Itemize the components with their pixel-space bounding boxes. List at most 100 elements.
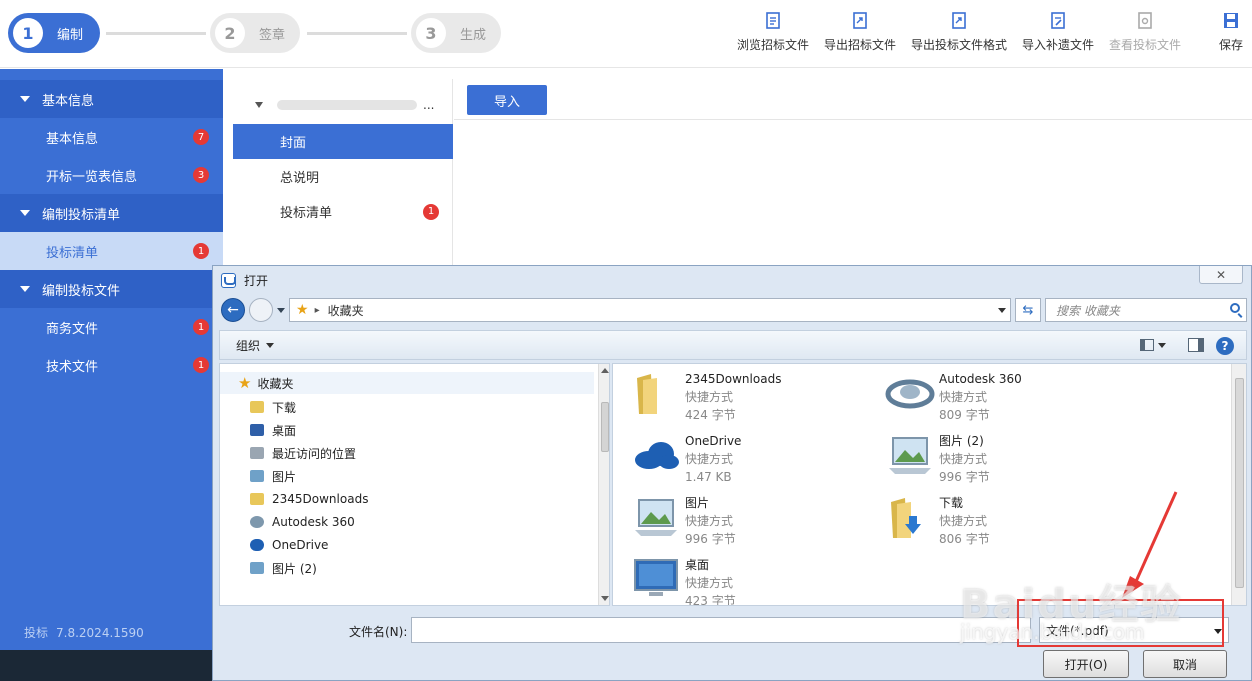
item-label: 商务文件 [46,321,99,337]
forward-button[interactable] [249,298,273,322]
nav-item-2345downloads[interactable]: 2345Downloads [250,489,368,509]
autodesk-icon [250,516,264,528]
sidebar-item-business-docs[interactable]: 商务文件 1 [0,308,223,346]
file-item[interactable]: 图片 (2) 快捷方式 996 字节 [885,432,990,488]
preview-pane-icon[interactable] [1188,338,1204,352]
step-sign[interactable]: 2 签章 [210,13,300,53]
file-item[interactable]: 桌面快捷方式 423 字节 [631,556,736,606]
scroll-up-icon[interactable] [601,368,609,373]
refresh-button[interactable]: ⇆ [1015,298,1041,322]
open-button[interactable]: 打开(O) [1043,650,1129,678]
star-icon: ★ [238,374,252,392]
file-item[interactable]: OneDrive 快捷方式 1.47 KB [631,432,741,488]
item-label: 技术文件 [46,359,99,375]
view-bid-button[interactable]: 查看投标文件 [1109,12,1181,53]
chevron-down-icon[interactable] [1158,343,1166,348]
sidebar-item-opening-summary[interactable]: 开标一览表信息 3 [0,156,223,194]
filename-input[interactable] [411,617,1031,643]
file-type: 快捷方式 [939,452,988,466]
tree-item-general[interactable]: 总说明 [233,159,453,194]
tool-label: 浏览招标文件 [737,38,810,52]
nav-item-desktop[interactable]: 桌面 [250,420,296,440]
file-name: 下载 [939,496,964,510]
close-button[interactable]: ✕ [1199,266,1243,284]
import-supplement-button[interactable]: 导入补遗文件 [1022,12,1094,53]
nav-label: 图片 (2) [272,561,317,576]
sidebar-item-bid-list[interactable]: 投标清单 1 [0,232,223,270]
step-edit[interactable]: 1 编制 [8,13,100,53]
tree-item-bid-list[interactable]: 投标清单 1 [233,194,453,229]
section-label: 编制投标清单 [42,207,121,223]
nav-favorites[interactable]: ★ 收藏夹 [220,372,594,394]
search-icon [1230,303,1240,313]
file-name: OneDrive [685,434,742,448]
address-bar[interactable]: ★ ▸ 收藏夹 [289,298,1011,322]
caret-down-icon [20,286,30,292]
scroll-thumb[interactable] [1235,378,1244,588]
file-size: 996 字节 [939,470,990,484]
dialog-title: 打开 [244,274,269,288]
file-size: 1.47 KB [685,470,732,484]
nav-label: 图片 [272,469,297,484]
file-type: 快捷方式 [685,576,734,590]
sidebar-section-bid-docs[interactable]: 编制投标文件 [0,270,223,308]
file-size: 996 字节 [685,532,736,546]
nav-scrollbar[interactable] [598,364,609,605]
history-dropdown-icon[interactable] [277,308,285,313]
nav-item-onedrive[interactable]: OneDrive [250,535,328,555]
chevron-down-icon[interactable] [998,308,1006,313]
organize-label: 组织 [236,338,261,353]
view-options-icon[interactable] [1140,339,1154,351]
help-icon[interactable]: ? [1216,337,1234,355]
address-text: 收藏夹 [327,303,364,318]
nav-item-downloads[interactable]: 下载 [250,397,296,417]
nav-item-recent[interactable]: 最近访问的位置 [250,443,356,463]
pictures-icon [250,470,264,482]
tree-item-label: 投标清单 [280,206,333,221]
file-item[interactable]: 2345Downloads 快捷方式 424 字节 [631,370,781,426]
chevron-right-icon: ▸ [314,304,320,316]
step-label: 编制 [57,27,84,43]
tree-root[interactable]: ... [233,95,434,115]
export-format-button[interactable]: 导出投标文件格式 [911,12,1007,53]
nav-label: OneDrive [272,538,329,552]
dialog-title-bar: 打开 [221,272,268,289]
file-list-scrollbar[interactable] [1231,364,1246,605]
save-button[interactable]: 保存 [1219,12,1243,53]
nav-item-autodesk[interactable]: Autodesk 360 [250,512,355,532]
step-generate[interactable]: 3 生成 [411,13,501,53]
scroll-thumb[interactable] [601,402,609,452]
file-name: 桌面 [685,558,710,572]
item-label: 投标清单 [46,245,99,261]
file-type: 快捷方式 [939,390,988,404]
tree-item-cover[interactable]: 封面 [233,124,453,159]
file-item[interactable]: 下载 快捷方式 806 字节 [885,494,990,550]
file-name: 2345Downloads [685,372,782,386]
back-button[interactable]: ← [221,298,245,322]
nav-item-pictures[interactable]: 图片 [250,466,296,486]
count-badge: 1 [193,243,209,259]
app-icon [221,273,236,288]
step-number: 1 [13,18,43,48]
sidebar-item-basic-info[interactable]: 基本信息 7 [0,118,223,156]
section-label: 编制投标文件 [42,283,121,299]
cancel-button[interactable]: 取消 [1143,650,1227,678]
search-input[interactable]: 搜索 收藏夹 [1045,298,1247,322]
file-item[interactable]: Autodesk 360 快捷方式 809 字节 [885,370,1022,426]
import-button[interactable]: 导入 [467,85,547,115]
document-tree: ... 封面 总说明 投标清单 1 [233,79,453,269]
sidebar-section-bid-list[interactable]: 编制投标清单 [0,194,223,232]
sidebar-item-technical-docs[interactable]: 技术文件 1 [0,346,223,384]
count-badge: 7 [193,129,209,145]
export-tender-button[interactable]: 导出招标文件 [824,12,896,53]
browse-tender-button[interactable]: 浏览招标文件 [737,12,809,53]
item-label: 基本信息 [46,131,99,147]
file-size: 423 字节 [685,594,736,606]
scroll-down-icon[interactable] [601,596,609,601]
nav-item-pictures-2[interactable]: 图片 (2) [250,558,317,578]
file-item[interactable]: 图片 快捷方式 996 字节 [631,494,736,550]
sidebar-section-basic[interactable]: 基本信息 [0,80,223,118]
close-icon: ✕ [1215,267,1227,282]
navigation-pane: ★ 收藏夹 下载 桌面 最近访问的位置 图片 2345Downloads Aut… [219,363,610,606]
organize-button[interactable]: 组织 [236,337,275,354]
